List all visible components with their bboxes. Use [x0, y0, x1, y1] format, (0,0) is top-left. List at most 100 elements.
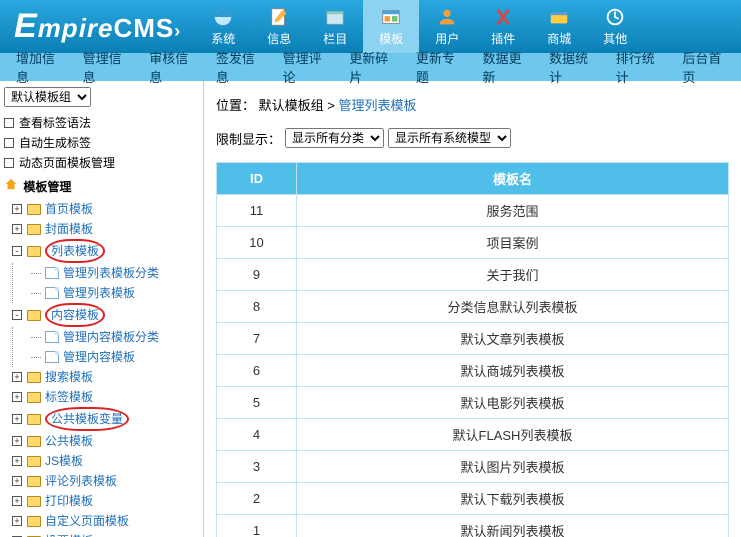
sidebar-link[interactable]: 自动生成标签: [19, 133, 91, 153]
cell-id: 2: [217, 483, 297, 515]
nav-icon: [322, 6, 348, 28]
table-row[interactable]: 1默认新闻列表模板: [217, 515, 729, 537]
tree-node[interactable]: 封面模板: [45, 219, 93, 239]
nav-icon: [434, 6, 460, 28]
nav-icon: [210, 6, 236, 28]
breadcrumb: 位置： 默认模板组 > 管理列表模板: [216, 91, 729, 118]
expander-icon[interactable]: +: [12, 224, 22, 234]
cell-name: 服务范围: [297, 195, 729, 227]
table-row[interactable]: 9关于我们: [217, 259, 729, 291]
tree-node[interactable]: 打印模板: [45, 491, 93, 511]
tree-node[interactable]: 首页模板: [45, 199, 93, 219]
nav-信息[interactable]: 信息: [251, 0, 307, 53]
folder-icon: [27, 204, 41, 215]
expander-icon[interactable]: +: [12, 496, 22, 506]
cell-name: 默认FLASH列表模板: [297, 419, 729, 451]
table-row[interactable]: 6默认商城列表模板: [217, 355, 729, 387]
cell-id: 4: [217, 419, 297, 451]
file-icon: [45, 267, 59, 279]
cell-name: 默认商城列表模板: [297, 355, 729, 387]
expander-icon[interactable]: +: [12, 414, 22, 424]
breadcrumb-current[interactable]: 管理列表模板: [339, 98, 417, 113]
tree-node[interactable]: 搜索模板: [45, 367, 93, 387]
nav-label: 系统: [211, 30, 235, 47]
filter-model-select[interactable]: 显示所有系统模型: [388, 128, 511, 148]
table-row[interactable]: 10项目案例: [217, 227, 729, 259]
table-row[interactable]: 8分类信息默认列表模板: [217, 291, 729, 323]
nav-icon: [546, 6, 572, 28]
tree-leaf[interactable]: 管理列表模板分类: [63, 263, 159, 283]
tree-node[interactable]: 投票模板: [45, 531, 93, 537]
tree-node[interactable]: 公共模板变量: [45, 407, 129, 431]
cell-id: 1: [217, 515, 297, 537]
tree-node[interactable]: 公共模板: [45, 431, 93, 451]
table-row[interactable]: 7默认文章列表模板: [217, 323, 729, 355]
nav-用户[interactable]: 用户: [419, 0, 475, 53]
folder-icon: [27, 372, 41, 383]
folder-icon: [27, 436, 41, 447]
template-group-select[interactable]: 默认模板组: [4, 87, 91, 107]
cell-id: 11: [217, 195, 297, 227]
folder-icon: [27, 414, 41, 425]
nav-label: 信息: [267, 30, 291, 47]
table-row[interactable]: 5默认电影列表模板: [217, 387, 729, 419]
cell-id: 8: [217, 291, 297, 323]
nav-label: 商城: [547, 30, 571, 47]
th-id: ID: [217, 163, 297, 195]
cell-id: 10: [217, 227, 297, 259]
tree-node[interactable]: 标签模板: [45, 387, 93, 407]
nav-icon: [602, 6, 628, 28]
tree-node[interactable]: 列表模板: [45, 239, 105, 263]
nav-商城[interactable]: 商城: [531, 0, 587, 53]
checkbox-icon: [4, 158, 14, 168]
expander-icon[interactable]: +: [12, 516, 22, 526]
table-row[interactable]: 4默认FLASH列表模板: [217, 419, 729, 451]
cell-id: 3: [217, 451, 297, 483]
file-icon: [45, 331, 59, 343]
tree-leaf[interactable]: 管理内容模板: [63, 347, 135, 367]
filter-category-select[interactable]: 显示所有分类: [285, 128, 384, 148]
cell-id: 6: [217, 355, 297, 387]
cell-name: 默认下载列表模板: [297, 483, 729, 515]
nav-label: 模板: [379, 30, 403, 47]
expander-icon[interactable]: +: [12, 456, 22, 466]
expander-icon[interactable]: +: [12, 204, 22, 214]
nav-label: 其他: [603, 30, 627, 47]
expander-icon[interactable]: -: [12, 310, 22, 320]
cell-name: 默认文章列表模板: [297, 323, 729, 355]
expander-icon[interactable]: +: [12, 372, 22, 382]
nav-栏目[interactable]: 栏目: [307, 0, 363, 53]
sidebar-link[interactable]: 查看标签语法: [19, 113, 91, 133]
cell-name: 项目案例: [297, 227, 729, 259]
tree-node[interactable]: 内容模板: [45, 303, 105, 327]
nav-系统[interactable]: 系统: [195, 0, 251, 53]
checkbox-icon: [4, 118, 14, 128]
tree-leaf[interactable]: 管理列表模板: [63, 283, 135, 303]
table-row[interactable]: 2默认下载列表模板: [217, 483, 729, 515]
sidebar: 默认模板组 查看标签语法自动生成标签动态页面模板管理 模板管理 +首页模板+封面…: [0, 81, 204, 537]
cell-id: 7: [217, 323, 297, 355]
tree-node[interactable]: 自定义页面模板: [45, 511, 129, 531]
folder-icon: [27, 456, 41, 467]
cell-name: 默认图片列表模板: [297, 451, 729, 483]
tree-node[interactable]: JS模板: [45, 451, 83, 471]
file-icon: [45, 351, 59, 363]
nav-插件[interactable]: 插件: [475, 0, 531, 53]
nav-其他[interactable]: 其他: [587, 0, 643, 53]
sidebar-link[interactable]: 动态页面模板管理: [19, 153, 115, 173]
folder-icon: [27, 392, 41, 403]
expander-icon[interactable]: -: [12, 246, 22, 256]
folder-icon: [27, 496, 41, 507]
tree-leaf[interactable]: 管理内容模板分类: [63, 327, 159, 347]
tree-node[interactable]: 评论列表模板: [45, 471, 117, 491]
expander-icon[interactable]: +: [12, 476, 22, 486]
table-row[interactable]: 11服务范围: [217, 195, 729, 227]
expander-icon[interactable]: +: [12, 392, 22, 402]
cell-name: 默认电影列表模板: [297, 387, 729, 419]
folder-icon: [27, 246, 41, 257]
expander-icon[interactable]: +: [12, 436, 22, 446]
table-row[interactable]: 3默认图片列表模板: [217, 451, 729, 483]
filter-row: 限制显示： 显示所有分类 显示所有系统模型: [216, 118, 729, 158]
home-icon: [4, 177, 18, 191]
nav-模板[interactable]: 模板: [363, 0, 419, 53]
